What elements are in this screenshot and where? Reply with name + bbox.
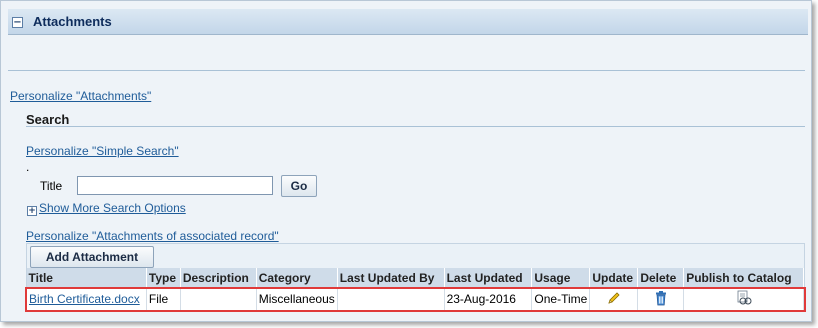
cell-type: File bbox=[145, 287, 181, 311]
add-attachment-button[interactable]: Add Attachment bbox=[30, 246, 154, 268]
personalize-simple-search-link[interactable]: Personalize "Simple Search" bbox=[26, 144, 179, 158]
pencil-icon[interactable] bbox=[606, 291, 622, 309]
cell-usage: One-Time bbox=[531, 287, 591, 311]
cell-delete bbox=[637, 287, 685, 311]
column-header-category[interactable]: Category bbox=[256, 268, 338, 288]
column-header-title[interactable]: Title bbox=[26, 268, 147, 288]
collapse-icon[interactable]: − bbox=[12, 17, 23, 28]
cell-last-updated-by bbox=[336, 287, 445, 311]
expand-icon[interactable]: + bbox=[27, 206, 37, 216]
show-more-search-options[interactable]: + Show More Search Options bbox=[27, 201, 186, 216]
trash-icon[interactable] bbox=[653, 290, 669, 309]
search-heading: Search bbox=[26, 112, 70, 127]
column-header-last-updated-by[interactable]: Last Updated By bbox=[337, 268, 445, 288]
column-header-publish: Publish to Catalog bbox=[683, 268, 804, 288]
section-title: Attachments bbox=[33, 14, 112, 29]
cell-description bbox=[179, 287, 257, 311]
section-header: − Attachments bbox=[8, 9, 808, 35]
attachments-table: Title Type Description Category Last Upd… bbox=[26, 268, 804, 311]
title-field-label: Title bbox=[40, 179, 63, 193]
cell-last-updated: 23-Aug-2016 bbox=[443, 287, 533, 311]
dot-marker: . bbox=[26, 160, 30, 174]
cell-update bbox=[589, 287, 639, 311]
column-header-last-updated[interactable]: Last Updated bbox=[444, 268, 533, 288]
cell-category: Miscellaneous bbox=[255, 287, 338, 311]
title-search-input[interactable] bbox=[77, 176, 273, 195]
table-header-row: Title Type Description Category Last Upd… bbox=[26, 268, 804, 288]
column-header-delete: Delete bbox=[637, 268, 685, 288]
personalize-attachments-link[interactable]: Personalize "Attachments" bbox=[10, 89, 151, 103]
column-header-description[interactable]: Description bbox=[180, 268, 257, 288]
personalize-associated-record-link[interactable]: Personalize "Attachments of associated r… bbox=[26, 229, 279, 243]
cell-title[interactable]: Birth Certificate.docx bbox=[26, 287, 147, 311]
publish-catalog-icon[interactable] bbox=[735, 290, 753, 309]
show-more-search-options-link[interactable]: Show More Search Options bbox=[39, 201, 186, 215]
column-header-update: Update bbox=[589, 268, 639, 288]
table-row: Birth Certificate.docx File Miscellaneou… bbox=[26, 287, 804, 311]
attachment-title-link[interactable]: Birth Certificate.docx bbox=[29, 292, 140, 306]
cell-publish bbox=[683, 287, 804, 311]
column-header-usage[interactable]: Usage bbox=[531, 268, 591, 288]
column-header-type[interactable]: Type bbox=[146, 268, 181, 288]
divider bbox=[8, 70, 805, 71]
go-button[interactable]: Go bbox=[281, 175, 317, 197]
search-divider bbox=[26, 126, 805, 127]
